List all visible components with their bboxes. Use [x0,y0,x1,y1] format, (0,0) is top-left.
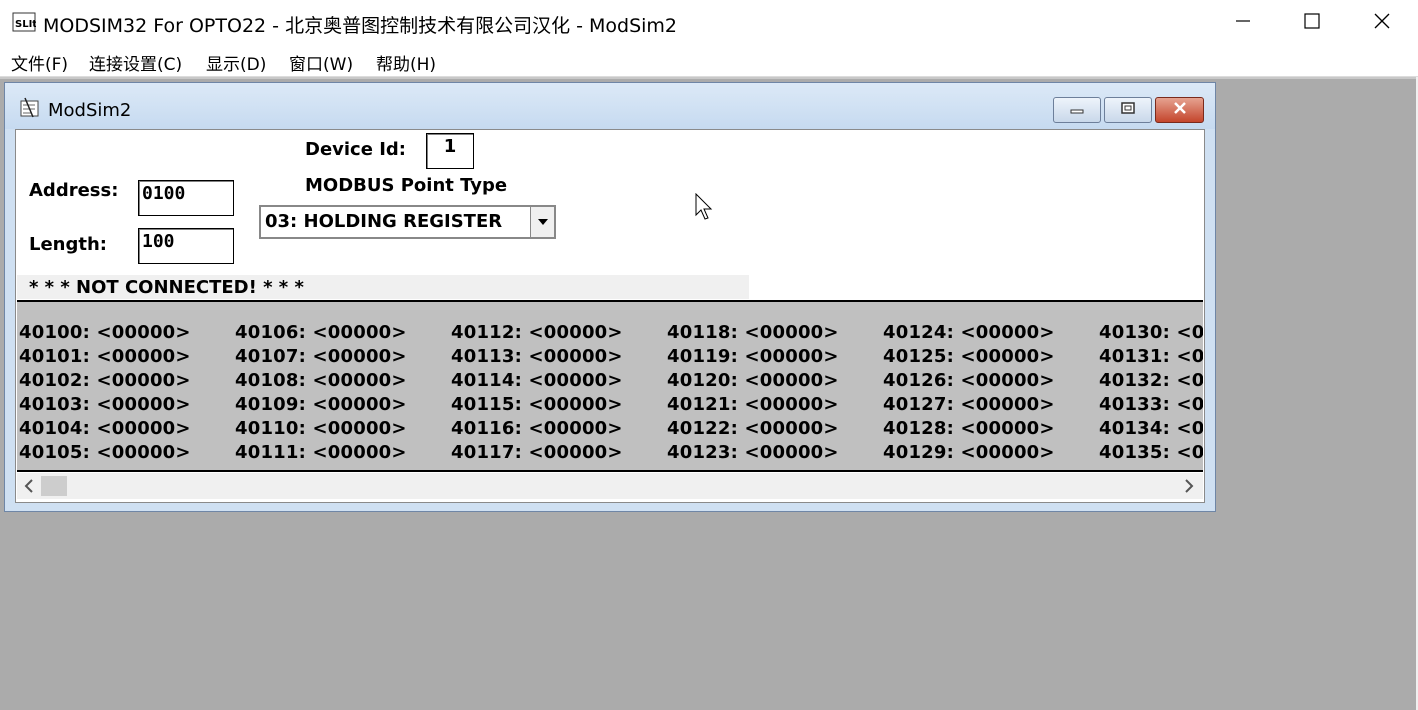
point-type-value: 03: HOLDING REGISTER [265,211,503,232]
register-cell[interactable]: 40107: <00000> [235,346,407,367]
app-title: MODSIM32 For OPTO22 - 北京奥普图控制技术有限公司汉化 - … [43,15,678,37]
register-cell[interactable]: 40113: <00000> [451,346,623,367]
register-cell[interactable]: 40132: <00000> [1099,370,1203,391]
horizontal-scrollbar[interactable] [17,473,1203,499]
app-close-button[interactable] [1347,0,1417,46]
length-label: Length: [29,234,107,255]
register-cell[interactable]: 40125: <00000> [883,346,1055,367]
minimize-icon [1069,101,1085,119]
menu-display[interactable]: 显示(D) [206,50,266,75]
menu-connection[interactable]: 连接设置(C) [89,50,182,75]
register-cell[interactable]: 40103: <00000> [19,394,191,415]
point-type-label: MODBUS Point Type [305,175,508,196]
register-cell[interactable]: 40110: <00000> [235,418,407,439]
register-cell[interactable]: 40123: <00000> [667,442,839,463]
mdi-top-border [0,77,1418,79]
child-restore-button[interactable] [1104,97,1152,123]
register-cell[interactable]: 40126: <00000> [883,370,1055,391]
app-titlebar: SLIt MODSIM32 For OPTO22 - 北京奥普图控制技术有限公司… [0,0,1418,46]
register-cell[interactable]: 40118: <00000> [667,322,839,343]
close-icon [1172,101,1188,120]
register-cell[interactable]: 40112: <00000> [451,322,623,343]
register-cell[interactable]: 40114: <00000> [451,370,623,391]
mouse-cursor-icon [695,192,713,226]
register-cell[interactable]: 40109: <00000> [235,394,407,415]
register-cell[interactable]: 40108: <00000> [235,370,407,391]
menu-bar: 文件(F) 连接设置(C) 显示(D) 窗口(W) 帮助(H) [0,46,1418,77]
menu-file[interactable]: 文件(F) [11,50,68,75]
register-cell[interactable]: 40128: <00000> [883,418,1055,439]
connection-status-bar: * * * NOT CONNECTED! * * * [17,275,749,299]
register-cell[interactable]: 40111: <00000> [235,442,407,463]
app-minimize-button[interactable] [1208,0,1278,46]
register-cell[interactable]: 40115: <00000> [451,394,623,415]
register-cell[interactable]: 40121: <00000> [667,394,839,415]
device-id-field[interactable]: 1 [426,133,474,169]
menu-help[interactable]: 帮助(H) [376,50,436,75]
scroll-left-icon[interactable] [21,477,37,495]
register-cell[interactable]: 40104: <00000> [19,418,191,439]
register-cell[interactable]: 40116: <00000> [451,418,623,439]
length-field[interactable]: 100 [138,228,234,264]
register-cell[interactable]: 40134: <00000> [1099,418,1203,439]
child-minimize-button[interactable] [1053,97,1101,123]
register-cell[interactable]: 40133: <00000> [1099,394,1203,415]
address-field[interactable]: 0100 [138,180,234,216]
close-icon [1373,12,1391,35]
app-maximize-button[interactable] [1277,0,1347,46]
address-label: Address: [29,180,119,201]
register-cell[interactable]: 40124: <00000> [883,322,1055,343]
chevron-down-icon[interactable] [530,207,554,237]
register-cell[interactable]: 40105: <00000> [19,442,191,463]
register-cell[interactable]: 40122: <00000> [667,418,839,439]
register-cell[interactable]: 40119: <00000> [667,346,839,367]
register-cell[interactable]: 40129: <00000> [883,442,1055,463]
maximize-icon [1304,12,1320,34]
scroll-thumb[interactable] [41,476,67,496]
minimize-icon [1235,13,1251,34]
restore-icon [1120,101,1136,120]
register-cell[interactable]: 40106: <00000> [235,322,407,343]
register-grid: 40100: <00000> 40101: <00000> 40102: <0000… [17,300,1203,472]
register-cell[interactable]: 40120: <00000> [667,370,839,391]
client-area: Device Id: 1 Address: 0100 MODBUS Point … [15,129,1205,503]
register-cell[interactable]: 40100: <00000> [19,322,191,343]
menu-window[interactable]: 窗口(W) [289,50,353,75]
register-cell[interactable]: 40130: <00000> [1099,322,1203,343]
register-cell[interactable]: 40135: <00000> [1099,442,1203,463]
register-cell[interactable]: 40102: <00000> [19,370,191,391]
connection-status: * * * NOT CONNECTED! * * * [29,277,304,298]
register-cell[interactable]: 40101: <00000> [19,346,191,367]
child-titlebar[interactable]: ModSim2 [5,83,1215,129]
modsim-doc-icon [19,97,41,119]
child-title: ModSim2 [48,100,132,121]
svg-text:SLIt: SLIt [15,19,36,30]
register-cell[interactable]: 40127: <00000> [883,394,1055,415]
register-cell[interactable]: 40117: <00000> [451,442,623,463]
point-type-select[interactable]: 03: HOLDING REGISTER [259,205,556,239]
device-id-label: Device Id: [305,139,406,160]
register-cell[interactable]: 40131: <00000> [1099,346,1203,367]
modsim-app-icon: SLIt [12,10,37,34]
child-close-button[interactable] [1155,97,1204,123]
scroll-right-icon[interactable] [1181,477,1197,495]
child-window[interactable]: ModSim2 Device Id: 1 Address: 0100 MODBU… [4,82,1216,512]
